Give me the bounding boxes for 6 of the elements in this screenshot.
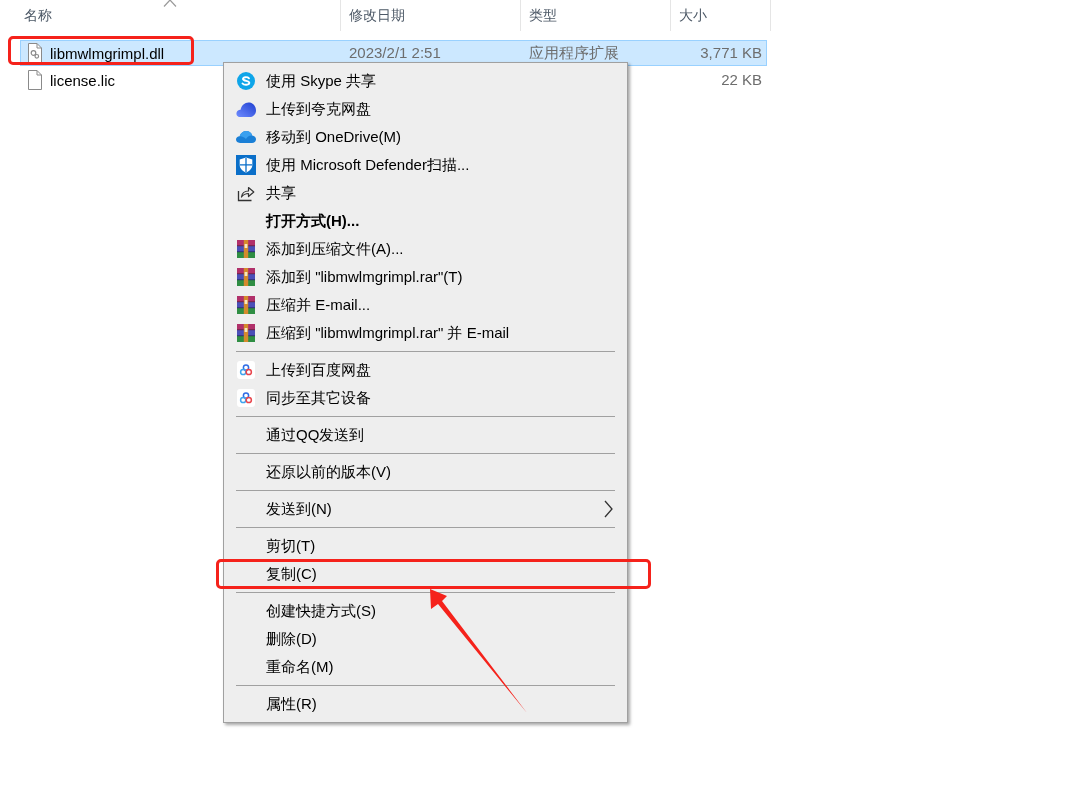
file-size: 22 KB [721, 71, 762, 88]
file-type: 应用程序扩展 [529, 43, 619, 61]
file-size: 3,771 KB [700, 44, 762, 61]
file-name: license.lic [50, 71, 116, 89]
file-name: libmwlmgrimpl.dll [50, 44, 165, 62]
modified-date: 2023/2/1 2:51 [349, 44, 441, 61]
